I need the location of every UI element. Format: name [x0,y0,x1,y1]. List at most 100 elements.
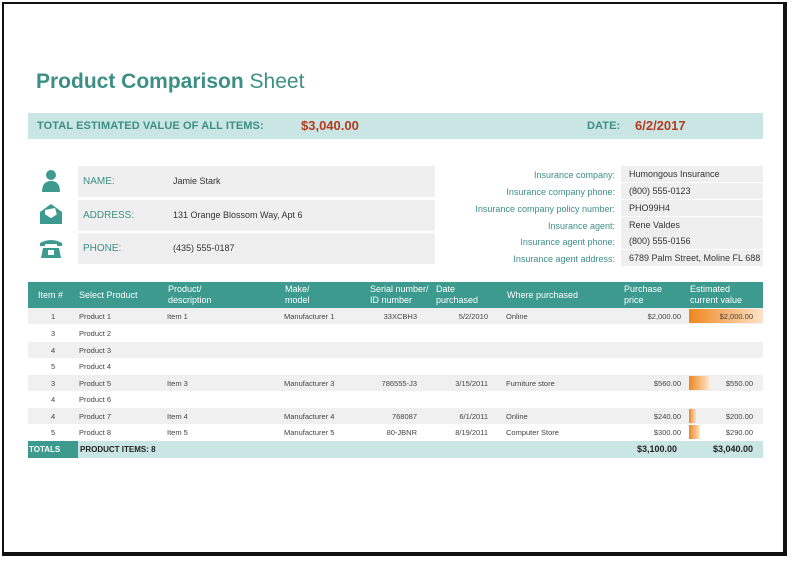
cell-make: Manufacturer 1 [284,312,335,321]
insurance-company-phone-label: Insurance company phone: [506,187,615,197]
cell-item: 4 [51,395,56,404]
cell-desc: Item 3 [167,379,188,388]
cell-product[interactable]: Product 8 [79,428,111,437]
name-value[interactable]: Jamie Stark [173,176,221,186]
policy-number-label: Insurance company policy number: [475,204,615,214]
cell-where: Online [506,312,528,321]
col-date-2: purchased [436,295,479,305]
address-label: ADDRESS: [83,210,135,221]
insurance-agent-phone-label: Insurance agent phone: [520,237,615,247]
cell-date: 6/1/2011 [459,412,488,421]
total-value-label: TOTAL ESTIMATED VALUE OF ALL ITEMS: [37,120,264,132]
table-row[interactable]: 3 Product 5 Item 3 Manufacturer 3 786555-J3 3… [28,375,763,391]
col-make-1: Make/ [285,284,310,294]
col-estimated: Estimated current value [690,284,742,306]
title-bold: Product Comparison [36,70,244,93]
cell-value: $2,000.00 [719,312,753,321]
insurance-agent-value[interactable]: Rene Valdes [621,217,763,233]
cell-make: Manufacturer 5 [284,428,335,437]
col-description: Product/description [168,284,212,306]
col-serial-1: Serial number/ [370,284,429,294]
cell-product[interactable]: Product 6 [79,395,111,404]
col-estimated-2: current value [690,295,743,305]
contact-address-row: ADDRESS: 131 Orange Blossom Way, Apt 6 [78,200,435,231]
totals-label: TOTALS [28,441,78,458]
cell-price: $240.00 [653,412,681,421]
col-date-1: Date [436,284,456,294]
person-icon [42,170,60,192]
value-data-bar [689,409,696,423]
cell-item: 3 [51,329,56,338]
table-row[interactable]: 1 Product 1 Item 1 Manufacturer 1 33XCBH3 5/2… [28,308,763,324]
phone-value[interactable]: (435) 555-0187 [173,243,235,253]
col-make: Make/model [285,284,310,306]
cell-product[interactable]: Product 1 [79,312,111,321]
insurance-company-phone-value[interactable]: (800) 555-0123 [621,183,763,199]
cell-price: $2,000.00 [647,312,681,321]
insurance-company-label: Insurance company: [533,170,615,180]
name-label: NAME: [83,176,115,187]
cell-item: 1 [51,312,56,321]
cell-item: 4 [51,346,56,355]
contact-name-row: NAME: Jamie Stark [78,166,435,197]
cell-date: 5/2/2010 [458,312,488,321]
col-serial: Serial number/ID number [370,284,429,306]
cell-value: $550.00 [725,379,753,388]
cell-serial: 786555-J3 [381,379,417,388]
cell-make: Manufacturer 4 [284,412,335,421]
cell-desc: Item 5 [167,428,188,437]
table-row[interactable]: 4 Product 3 [28,342,763,358]
col-price: Purchase price [624,284,662,306]
insurance-agent-address-label: Insurance agent address: [513,254,615,264]
cell-serial: 768087 [391,412,417,421]
col-select-product: Select Product [79,290,138,300]
cell-item: 4 [51,412,56,421]
date-label: DATE: [587,120,621,132]
cell-value: $290.00 [725,428,753,437]
title-light: Sheet [243,70,305,93]
col-serial-2: ID number [370,295,413,305]
cell-value: $200.00 [725,412,753,421]
cell-product[interactable]: Product 4 [79,362,111,371]
cell-serial: 33XCBH3 [383,312,417,321]
date-value: 6/2/2017 [635,118,686,133]
table-row[interactable]: 5 Product 8 Item 5 Manufacturer 5 80-JBNR 8/1… [28,424,763,440]
table-row[interactable]: 4 Product 7 Item 4 Manufacturer 4 768087 6/1/… [28,408,763,424]
col-where: Where purchased [507,290,579,300]
cell-item: 5 [51,428,56,437]
envelope-icon [39,204,63,224]
totals-row: TOTALS PRODUCT ITEMS: 8 $3,100.00 $3,040… [28,441,763,458]
total-value: $3,040.00 [301,118,359,133]
cell-serial: 80-JBNR [386,428,417,437]
insurance-agent-phone-value[interactable]: (800) 555-0156 [621,233,763,249]
insurance-agent-address-value[interactable]: 6789 Palm Street, Moline FL 688 [621,250,763,266]
table-row[interactable]: 3 Product 2 [28,325,763,341]
cell-product[interactable]: Product 3 [79,346,111,355]
table-row[interactable]: 5 Product 4 [28,358,763,374]
contact-phone-row: PHONE: (435) 555-0187 [78,233,435,264]
cell-where: Online [506,412,528,421]
cell-product[interactable]: Product 2 [79,329,111,338]
policy-number-value[interactable]: PHO99H4 [621,200,763,216]
col-make-2: model [285,295,310,305]
cell-price: $300.00 [653,428,681,437]
cell-item: 3 [51,379,56,388]
page-title: Product Comparison Sheet [36,70,304,94]
table-header: Item # Select Product Product/descriptio… [28,282,763,308]
phone-label: PHONE: [83,243,122,254]
cell-make: Manufacturer 3 [284,379,335,388]
cell-where: Furniture store [506,379,555,388]
total-purchase-price: $3,100.00 [636,444,677,454]
summary-bar: TOTAL ESTIMATED VALUE OF ALL ITEMS: $3,0… [28,113,763,139]
col-description-2: description [168,295,212,305]
address-value[interactable]: 131 Orange Blossom Way, Apt 6 [173,210,303,220]
insurance-company-value[interactable]: Humongous Insurance [621,166,763,182]
value-data-bar [689,425,700,439]
table-row[interactable]: 4 Product 6 [28,391,763,407]
col-price-1: Purchase [624,284,663,294]
cell-product[interactable]: Product 7 [79,412,111,421]
cell-date: 8/19/2011 [455,428,488,437]
cell-product[interactable]: Product 5 [79,379,111,388]
insurance-agent-label: Insurance agent: [547,221,615,231]
cell-desc: Item 1 [167,312,188,321]
